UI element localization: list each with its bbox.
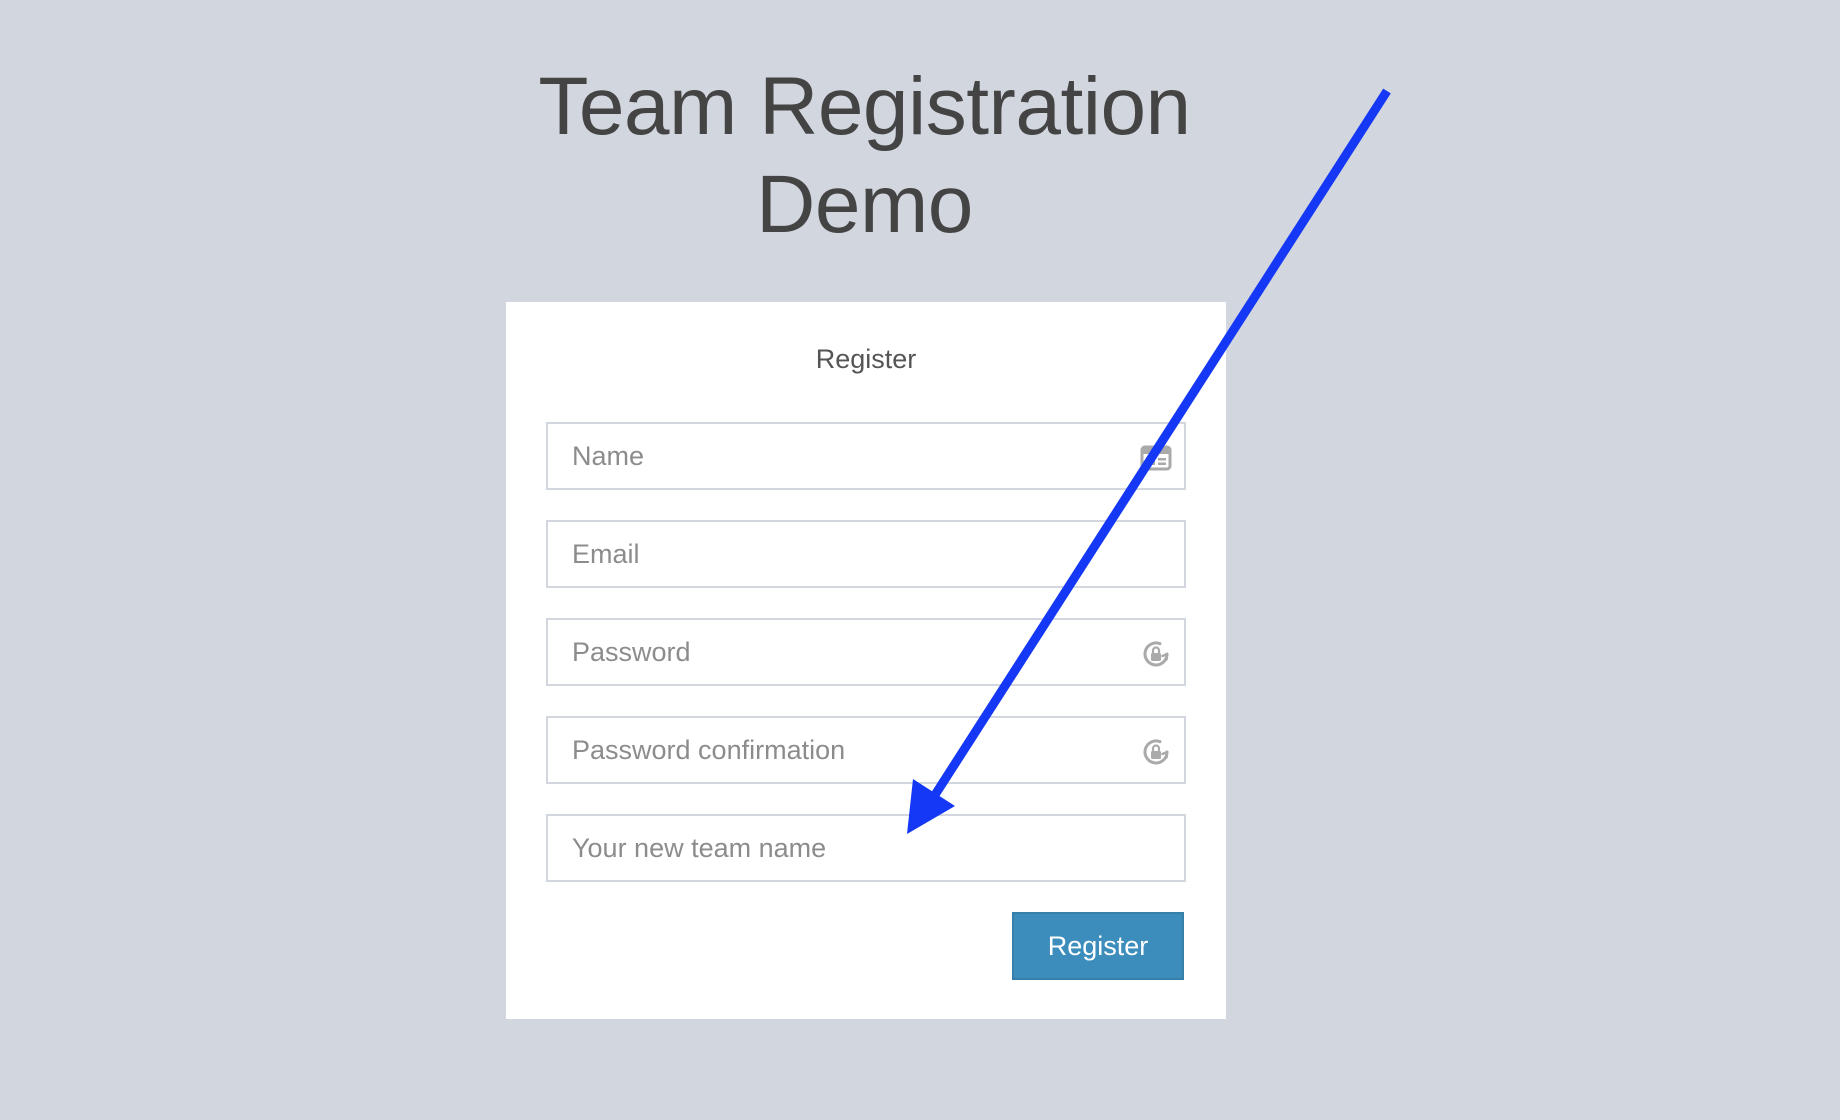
team-name-input[interactable] <box>548 816 1184 880</box>
password-field-container <box>546 618 1186 686</box>
lock-refresh-icon <box>1140 638 1172 670</box>
register-card: Register Name Email Your new team name R… <box>506 302 1226 1019</box>
id-card-icon <box>1140 442 1172 474</box>
register-heading: Register <box>815 344 917 374</box>
email-input[interactable] <box>548 522 1184 586</box>
email-field-container <box>546 520 1186 588</box>
page-title: Team Registration Demo <box>0 58 1729 254</box>
password-input[interactable] <box>548 620 1184 684</box>
lock-refresh-icon <box>1140 736 1172 768</box>
password-confirmation-field-container <box>546 716 1186 784</box>
register-button[interactable]: Register <box>1012 912 1184 980</box>
name-input[interactable] <box>548 424 1184 488</box>
name-field-container <box>546 422 1186 490</box>
page-title-line-1: Team Registration <box>538 61 1191 152</box>
page-title-line-2: Demo <box>756 159 973 250</box>
password-confirmation-input[interactable] <box>548 718 1184 782</box>
team-name-field-container <box>546 814 1186 882</box>
